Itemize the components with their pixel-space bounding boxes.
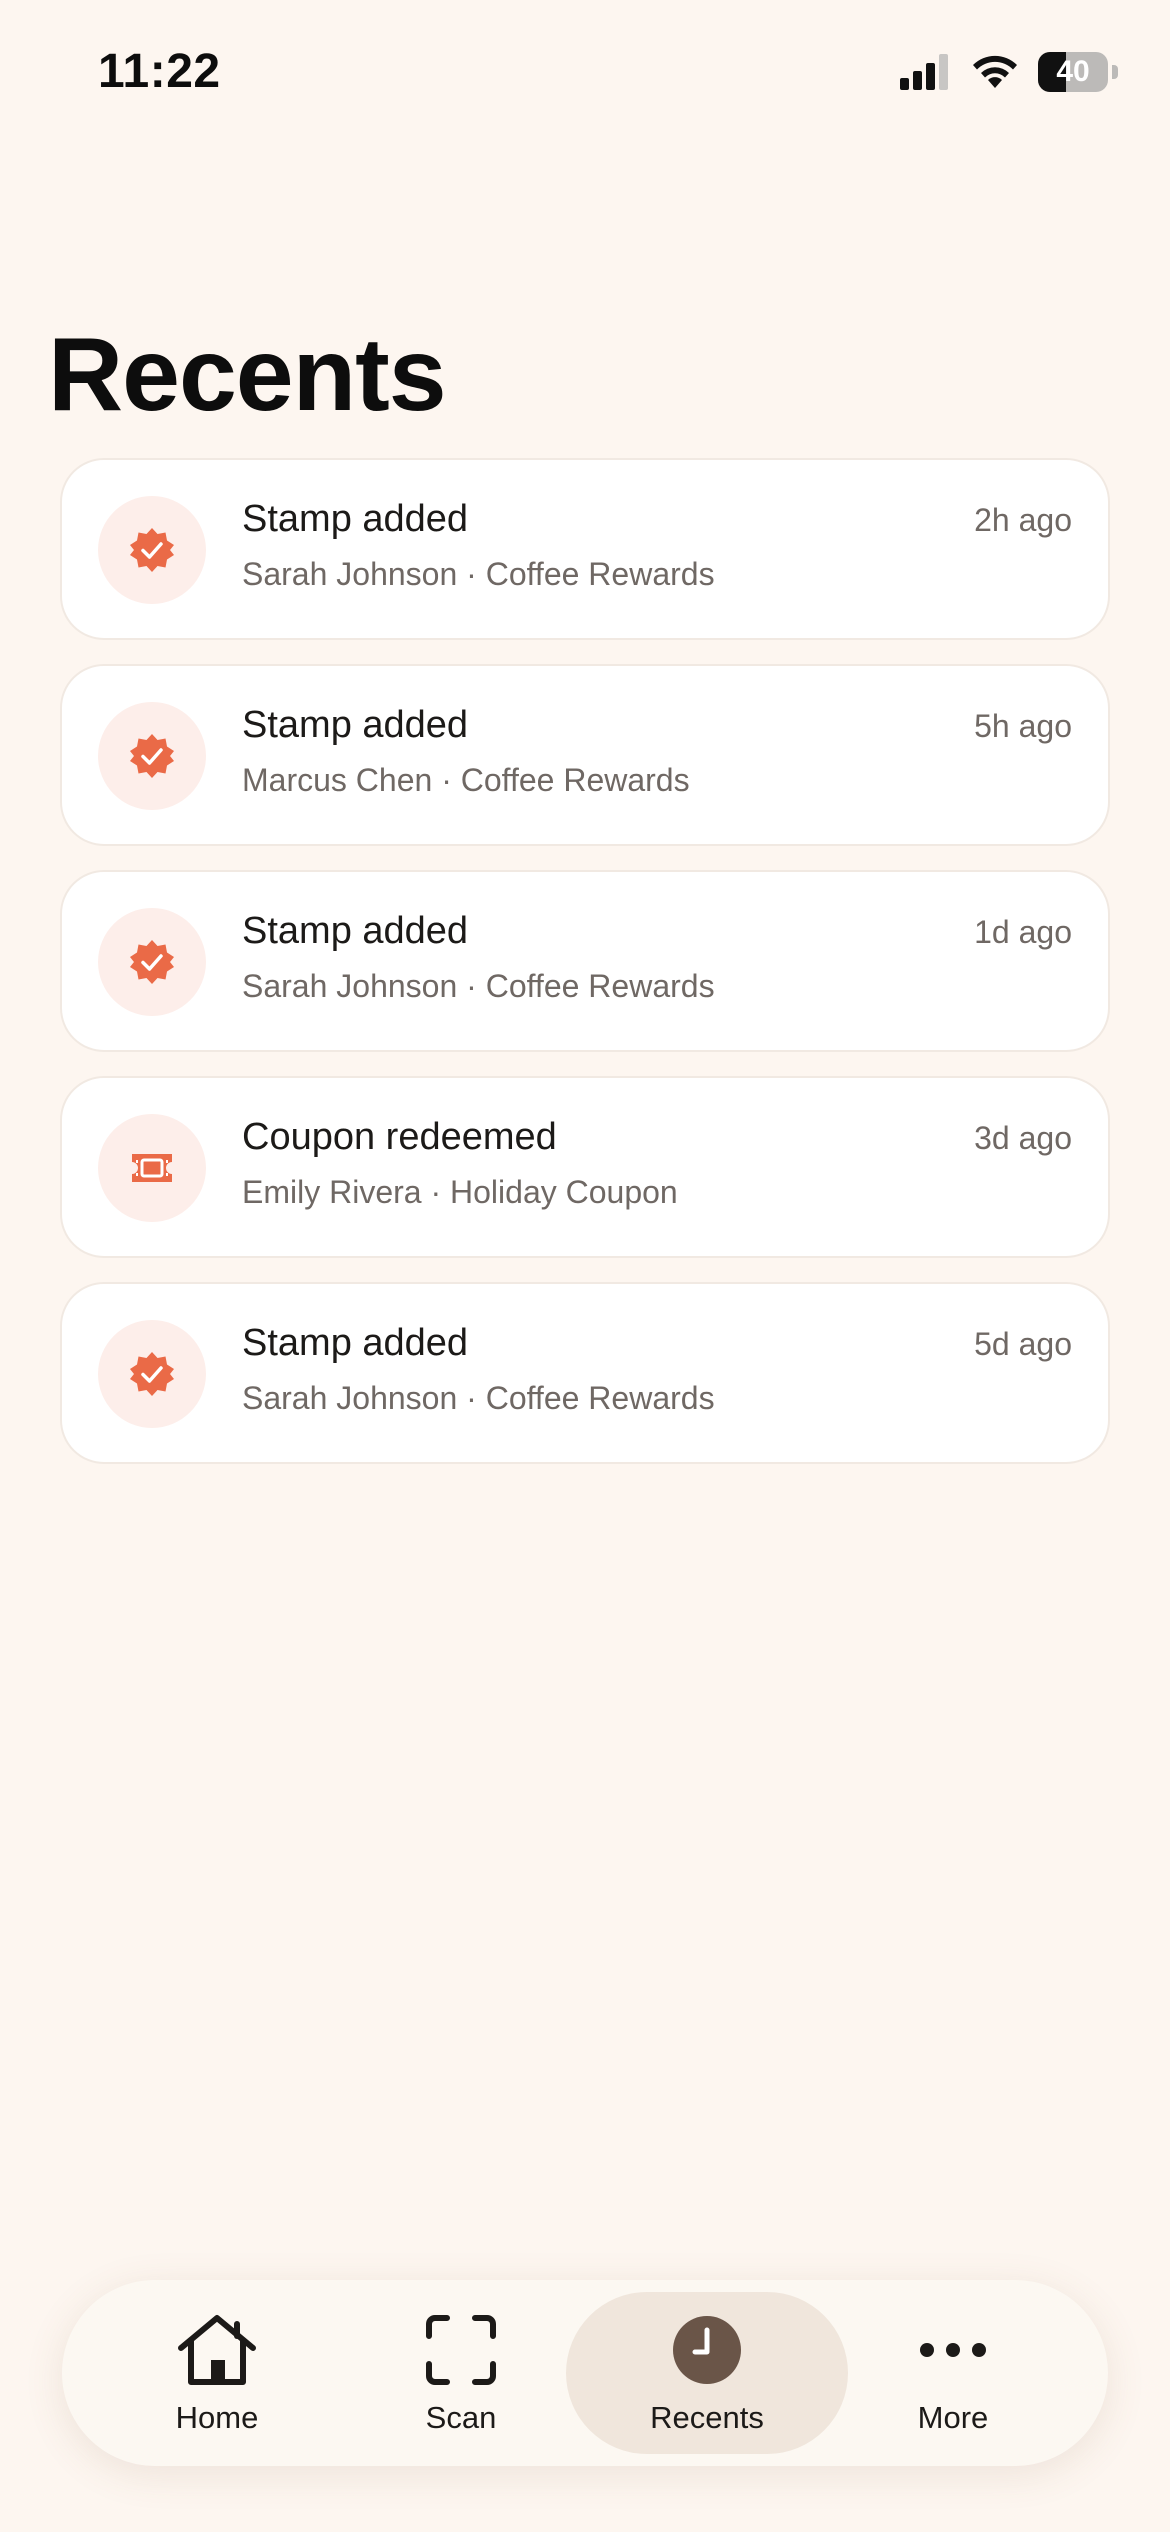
stamp-badge-icon [98,1320,206,1428]
tab-home[interactable]: Home [76,2292,358,2454]
activity-card[interactable]: Stamp added Marcus Chen · Coffee Rewards… [60,664,1110,846]
battery-level: 40 [1056,55,1090,88]
stamp-badge-icon [98,908,206,1016]
activity-subtitle: Sarah Johnson · Coffee Rewards [242,556,715,592]
clock-icon [671,2310,743,2390]
recents-list: Stamp added Sarah Johnson · Coffee Rewar… [60,458,1110,1488]
coupon-ticket-icon [98,1114,206,1222]
tab-label: Recents [650,2400,764,2435]
activity-subtitle: Sarah Johnson · Coffee Rewards [242,968,715,1004]
tab-scan[interactable]: Scan [320,2292,602,2454]
activity-title: Coupon redeemed [242,1116,557,1158]
activity-time: 5h ago [974,708,1072,744]
stamp-badge-icon [98,496,206,604]
activity-card[interactable]: Coupon redeemed Emily Rivera · Holiday C… [60,1076,1110,1258]
tab-label: Home [175,2400,259,2435]
cellular-signal-icon [900,54,948,90]
more-icon [917,2310,989,2390]
page-title: Recents [48,317,447,433]
activity-title: Stamp added [242,910,469,952]
activity-card[interactable]: Stamp added Sarah Johnson · Coffee Rewar… [60,870,1110,1052]
stamp-badge-icon [98,702,206,810]
scan-icon [425,2310,497,2390]
activity-card[interactable]: Stamp added Sarah Johnson · Coffee Rewar… [60,1282,1110,1464]
activity-time: 2h ago [974,502,1072,538]
status-time: 11:22 [98,45,221,98]
home-icon [175,2310,259,2390]
battery-indicator: 40 [1038,52,1108,92]
activity-time: 1d ago [974,914,1072,950]
status-icons: 40 [900,52,1118,92]
activity-card[interactable]: Stamp added Sarah Johnson · Coffee Rewar… [60,458,1110,640]
battery-nub [1112,65,1118,79]
activity-title: Stamp added [242,704,469,746]
activity-subtitle: Marcus Chen · Coffee Rewards [242,762,690,798]
activity-time: 5d ago [974,1326,1072,1362]
tab-more[interactable]: More [812,2292,1094,2454]
activity-subtitle: Sarah Johnson · Coffee Rewards [242,1380,715,1416]
tab-recents[interactable]: Recents [566,2292,848,2454]
tab-label: Scan [425,2400,497,2435]
tab-label: More [917,2400,989,2435]
status-bar: 11:22 40 [0,0,1170,150]
activity-title: Stamp added [242,498,469,540]
wifi-icon [973,55,1017,88]
activity-title: Stamp added [242,1322,469,1364]
activity-time: 3d ago [974,1120,1072,1156]
activity-subtitle: Emily Rivera · Holiday Coupon [242,1174,678,1210]
tab-bar: Home Scan Recents More [62,2280,1108,2466]
